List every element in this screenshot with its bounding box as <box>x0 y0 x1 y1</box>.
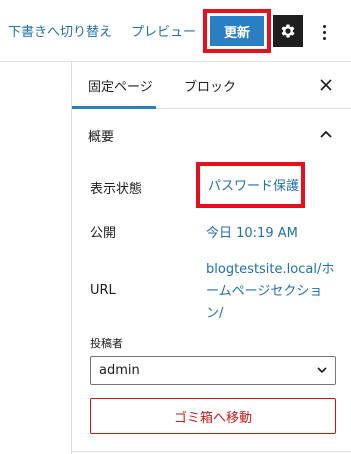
author-value: admin <box>99 363 140 378</box>
author-label: 投稿者 <box>90 337 123 350</box>
sidebar-tabs: 固定ページ ブロック <box>72 62 351 109</box>
summary-panel-toggle[interactable]: 概要 <box>72 110 351 158</box>
visibility-highlight-box: パスワード保護 <box>196 162 305 208</box>
url-toggle[interactable]: blogtestsite.local/ホ ームページセクショ ン/ <box>206 259 346 325</box>
options-button[interactable] <box>316 21 332 43</box>
gear-icon <box>281 24 295 38</box>
author-select[interactable]: admin <box>90 356 336 385</box>
tab-block[interactable]: ブロック <box>184 76 236 95</box>
close-icon <box>320 79 332 91</box>
chevron-up-icon <box>316 124 336 144</box>
publish-label: 公開 <box>90 226 117 241</box>
active-tab-indicator <box>72 106 156 109</box>
summary-panel-title: 概要 <box>88 130 115 145</box>
move-to-trash-button[interactable]: ゴミ箱へ移動 <box>90 398 336 434</box>
close-sidebar-button[interactable] <box>316 75 336 95</box>
update-highlight-box: 更新 <box>203 9 271 53</box>
more-vertical-icon <box>322 24 326 28</box>
url-line: ームページセクショ <box>206 284 323 299</box>
url-line: ン/ <box>206 306 224 321</box>
publish-date-toggle[interactable]: 今日 10:19 AM <box>206 222 298 241</box>
editor-toolbar: 下書きへ切り替え プレビュー 更新 <box>0 0 351 62</box>
url-line: blogtestsite.local/ホ <box>206 262 335 277</box>
update-button[interactable]: 更新 <box>210 16 264 46</box>
visibility-label: 表示状態 <box>90 182 143 197</box>
chevron-down-icon <box>317 367 327 374</box>
settings-sidebar: 固定ページ ブロック 概要 表示状態 パスワード保護 公開 今日 10:19 A… <box>71 62 351 454</box>
tab-page[interactable]: 固定ページ <box>88 76 153 95</box>
switch-to-draft-button[interactable]: 下書きへ切り替え <box>8 21 112 40</box>
preview-button[interactable]: プレビュー <box>131 21 196 40</box>
settings-button[interactable] <box>273 15 303 47</box>
url-label: URL <box>90 283 116 298</box>
divider <box>72 451 351 452</box>
visibility-toggle[interactable]: パスワード保護 <box>208 179 299 194</box>
